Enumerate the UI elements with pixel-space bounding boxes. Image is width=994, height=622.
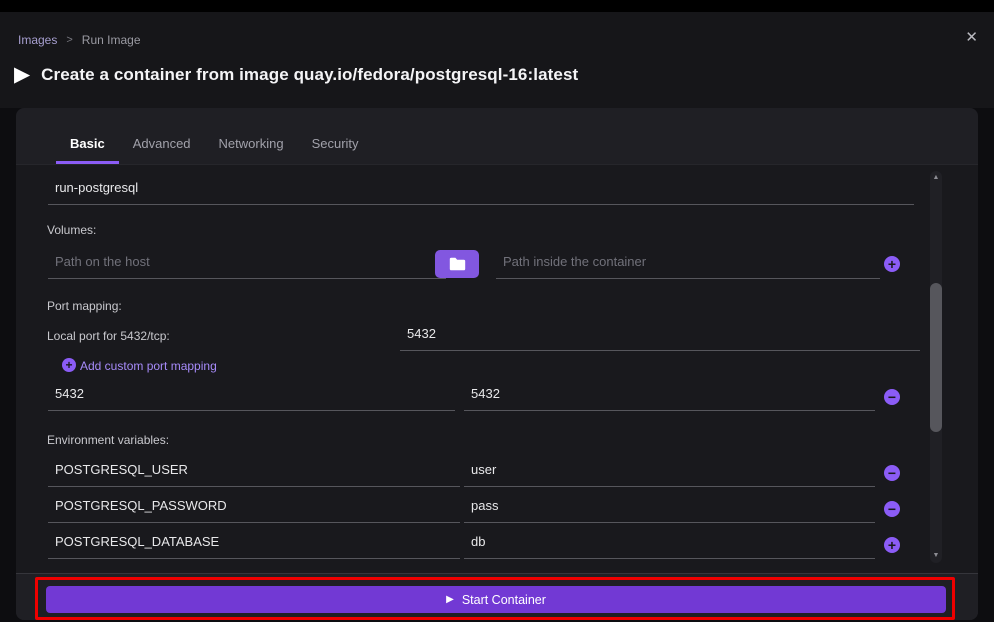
run-image-form-card: Basic Advanced Networking Security Volum…	[16, 108, 978, 620]
scrollbar[interactable]: ▲ ▼	[930, 171, 942, 563]
custom-port-container-input[interactable]	[464, 381, 875, 411]
remove-custom-port-icon[interactable]: −	[884, 389, 900, 405]
run-image-play-icon: ▶	[14, 64, 30, 85]
env-value-input-1[interactable]	[464, 457, 875, 487]
volumes-label: Volumes:	[47, 223, 96, 237]
add-volume-icon[interactable]: +	[884, 256, 900, 272]
breadcrumb-current: Run Image	[82, 33, 141, 47]
env-value-input-2[interactable]	[464, 493, 875, 523]
breadcrumb: Images > Run Image	[18, 33, 141, 47]
port-mapping-label: Port mapping:	[47, 299, 122, 313]
env-value-input-3[interactable]	[464, 529, 875, 559]
add-custom-port-link[interactable]: Add custom port mapping	[80, 359, 217, 373]
host-path-input[interactable]	[48, 249, 446, 279]
breadcrumb-images-link[interactable]: Images	[18, 33, 57, 47]
add-custom-port-icon[interactable]: +	[62, 358, 76, 372]
tab-bar: Basic Advanced Networking Security	[16, 108, 978, 165]
close-icon[interactable]: ✕	[965, 30, 978, 45]
scrollbar-down-icon[interactable]: ▼	[930, 549, 942, 563]
scrollbar-thumb[interactable]	[930, 283, 942, 432]
tab-advanced[interactable]: Advanced	[119, 136, 205, 164]
page-title: Create a container from image quay.io/fe…	[41, 65, 578, 85]
tab-networking[interactable]: Networking	[205, 136, 298, 164]
env-name-input-3[interactable]	[48, 529, 460, 559]
breadcrumb-separator: >	[66, 34, 72, 46]
titlebar	[0, 0, 994, 12]
form-scroll-area: Volumes: + Port mapping: Local port for …	[16, 165, 978, 573]
remove-env-row-icon-1[interactable]: −	[884, 465, 900, 481]
container-path-input[interactable]	[496, 249, 880, 279]
browse-folder-button[interactable]	[435, 250, 479, 278]
page-header: Images > Run Image ✕ ▶ Create a containe…	[0, 12, 994, 108]
container-name-input[interactable]	[48, 175, 914, 205]
footer-bar: ▶ Start Container	[16, 573, 978, 620]
tab-basic[interactable]: Basic	[56, 136, 119, 164]
start-container-label: Start Container	[462, 593, 546, 607]
scrollbar-up-icon[interactable]: ▲	[930, 171, 942, 185]
custom-port-host-input[interactable]	[48, 381, 455, 411]
env-name-input-1[interactable]	[48, 457, 460, 487]
remove-env-row-icon-2[interactable]: −	[884, 501, 900, 517]
env-name-input-2[interactable]	[48, 493, 460, 523]
title-row: ▶ Create a container from image quay.io/…	[14, 64, 578, 85]
start-play-icon: ▶	[446, 595, 454, 605]
env-variables-label: Environment variables:	[47, 433, 169, 447]
local-port-input[interactable]	[400, 321, 920, 351]
tab-security[interactable]: Security	[298, 136, 373, 164]
folder-icon	[449, 257, 466, 271]
start-container-button[interactable]: ▶ Start Container	[46, 586, 946, 613]
podman-desktop-window: Images > Run Image ✕ ▶ Create a containe…	[0, 0, 994, 622]
local-port-label: Local port for 5432/tcp:	[47, 329, 170, 343]
add-env-row-icon[interactable]: +	[884, 537, 900, 553]
